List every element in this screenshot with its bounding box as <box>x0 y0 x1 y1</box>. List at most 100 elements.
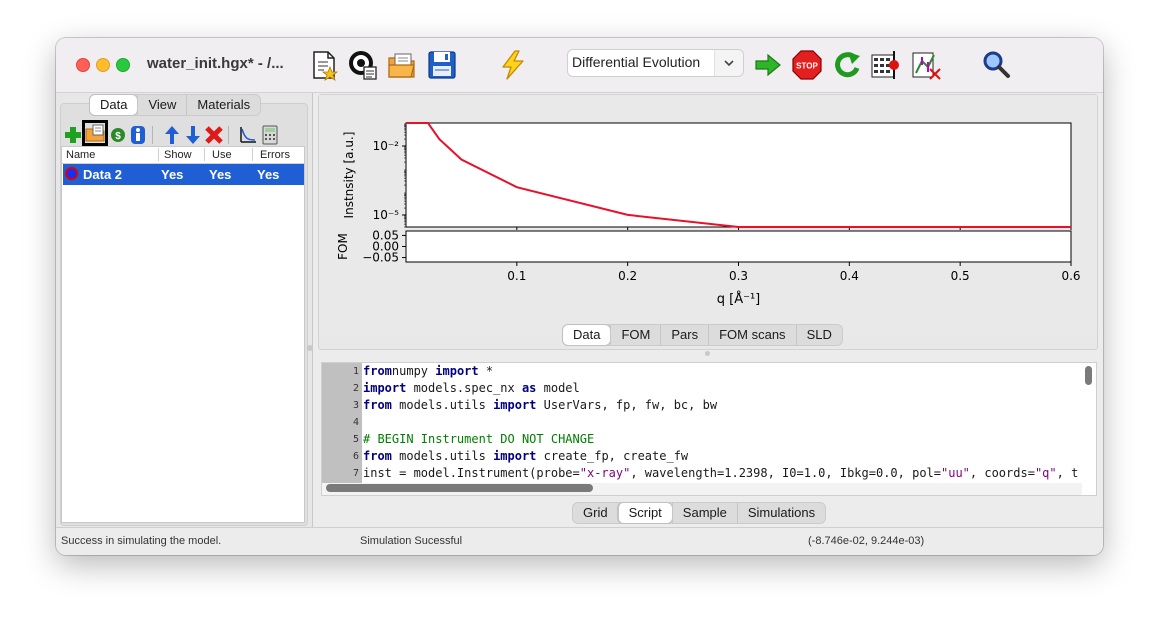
fom-axis-label: FOM <box>336 233 350 260</box>
close-window-button[interactable] <box>76 58 90 72</box>
code-token: model <box>536 381 580 395</box>
save-icon[interactable] <box>426 49 458 81</box>
line-number: 6 <box>352 451 359 462</box>
tab-simulations[interactable]: Simulations <box>736 503 825 523</box>
code-keyword: as <box>521 381 537 395</box>
delete-icon[interactable] <box>204 125 224 145</box>
maximize-window-button[interactable] <box>116 58 130 72</box>
code-token: models.utils <box>391 449 494 463</box>
open-gx-icon[interactable] <box>346 49 378 81</box>
code-line[interactable]: 6 from models.utils import create_fp, cre… <box>322 448 1082 465</box>
simulate-lightning-icon[interactable] <box>497 49 529 81</box>
algorithm-select[interactable]: Differential Evolution <box>568 50 743 76</box>
open-folder-icon[interactable] <box>386 49 418 81</box>
info-icon[interactable] <box>128 125 148 145</box>
data-plot[interactable]: 10⁻²10⁻⁵0.050.00−0.050.1 0.2 0.3 0.4 0.5 0.6q… <box>319 95 1097 349</box>
code-line[interactable]: 2 import models.spec_nx as model <box>322 380 1082 397</box>
x-tick-label: 0.4 <box>840 269 859 283</box>
y-axis-label: Instnsity [a.u.] <box>342 132 356 219</box>
code-text: from models.utils import create_fp, crea… <box>363 448 688 465</box>
code-string: "x-ray" <box>579 466 631 480</box>
data-calc-icon[interactable]: $ <box>108 125 128 145</box>
error-bars-icon[interactable] <box>910 49 942 81</box>
code-keyword: import <box>493 398 537 412</box>
stop-icon[interactable]: STOP <box>791 49 823 81</box>
row-errors[interactable]: Yes <box>257 167 279 182</box>
tab-plot-data[interactable]: Data <box>563 325 611 345</box>
code-comment: # BEGIN Instrument DO NOT CHANGE <box>363 432 595 446</box>
tab-materials[interactable]: Materials <box>186 95 260 115</box>
tab-view[interactable]: View <box>137 95 186 115</box>
line-number: 5 <box>352 434 359 445</box>
tab-fom[interactable]: FOM <box>610 325 660 345</box>
line-number: 1 <box>352 366 359 377</box>
script-editor[interactable]: 1 fromnumpy import * 2 import models.spec_n… <box>321 362 1097 496</box>
code-line[interactable]: 1 fromnumpy import * <box>322 363 1082 380</box>
tab-data[interactable]: Data <box>90 95 138 115</box>
plot-settings-icon[interactable] <box>238 125 258 145</box>
tab-sld[interactable]: SLD <box>795 325 842 345</box>
splitter-handle[interactable] <box>307 345 313 351</box>
code-keyword: from <box>363 364 392 378</box>
new-file-icon[interactable] <box>308 49 340 81</box>
column-divider <box>252 148 253 161</box>
row-use[interactable]: Yes <box>209 167 231 182</box>
code-keyword: import <box>435 364 479 378</box>
title-toolbar: water_init.hgx* - /... Differential Evol… <box>56 38 1103 93</box>
column-show[interactable]: Show <box>164 149 192 161</box>
minimize-window-button[interactable] <box>96 58 110 72</box>
column-name[interactable]: Name <box>66 149 95 161</box>
code-line[interactable]: 4 <box>322 414 1082 431</box>
vertical-scrollbar[interactable] <box>1085 366 1092 385</box>
tab-sample[interactable]: Sample <box>671 503 737 523</box>
code-token: models.utils <box>391 398 494 412</box>
code-line[interactable]: 5 # BEGIN Instrument DO NOT CHANGE <box>322 431 1082 448</box>
algorithm-select-value: Differential Evolution <box>572 54 701 70</box>
line-number: 4 <box>352 417 359 428</box>
import-data-icon[interactable] <box>85 123 105 143</box>
code-string: "uu" <box>941 466 970 480</box>
code-keyword: import <box>493 449 537 463</box>
eval-bars-icon[interactable] <box>870 49 902 81</box>
x-tick-label: 0.1 <box>507 269 526 283</box>
code-line[interactable]: 3 from models.utils import UserVars, fp, … <box>322 397 1082 414</box>
dataset-color-icon[interactable] <box>65 167 78 180</box>
column-errors[interactable]: Errors <box>260 149 290 161</box>
data-panel-tabs: Data View Materials <box>90 95 261 115</box>
tab-grid[interactable]: Grid <box>573 503 618 523</box>
chevron-down-icon[interactable] <box>714 50 743 76</box>
tab-fom-scans[interactable]: FOM scans <box>708 325 795 345</box>
table-row[interactable]: Data 2 Yes Yes Yes <box>63 164 304 185</box>
code-keyword: from <box>363 398 392 412</box>
horizontal-scrollbar[interactable] <box>326 484 593 492</box>
svg-text:$: $ <box>115 131 121 142</box>
app-window: water_init.hgx* - /... Differential Evol… <box>56 38 1103 555</box>
code-text: import models.spec_nx as model <box>363 380 580 397</box>
add-data-icon[interactable] <box>63 125 83 145</box>
code-text: from models.utils import UserVars, fp, f… <box>363 397 717 414</box>
code-token: inst = model.Instrument(probe= <box>363 466 580 480</box>
tab-script[interactable]: Script <box>617 503 672 523</box>
code-token: create_fp, create_fw <box>536 449 689 463</box>
code-token: , coords= <box>969 466 1035 480</box>
column-use[interactable]: Use <box>212 149 232 161</box>
restart-icon[interactable] <box>831 49 863 81</box>
code-keyword: import <box>363 381 407 395</box>
status-message: Success in simulating the model. <box>61 535 222 547</box>
row-name: Data 2 <box>83 167 123 182</box>
tab-pars[interactable]: Pars <box>660 325 708 345</box>
plot-tabs: Data FOM Pars FOM scans SLD <box>563 325 842 345</box>
code-token: numpy <box>391 364 436 378</box>
start-fit-arrow-icon[interactable] <box>752 49 784 81</box>
y-tick-label: 10⁻⁵ <box>373 208 400 222</box>
svg-text:STOP: STOP <box>796 62 818 71</box>
simulation-status: Simulation Sucessful <box>360 535 463 547</box>
calculator-icon[interactable] <box>260 125 280 145</box>
code-line[interactable]: 7 inst = model.Instrument(probe="x-ray", … <box>322 465 1082 482</box>
row-show[interactable]: Yes <box>161 167 183 182</box>
zoom-icon[interactable] <box>980 49 1012 81</box>
move-down-icon[interactable] <box>183 125 203 145</box>
panel-divider-handle[interactable] <box>705 351 710 356</box>
cursor-coordinates: (-8.746e-02, 9.244e-03) <box>808 535 925 547</box>
move-up-icon[interactable] <box>162 125 182 145</box>
